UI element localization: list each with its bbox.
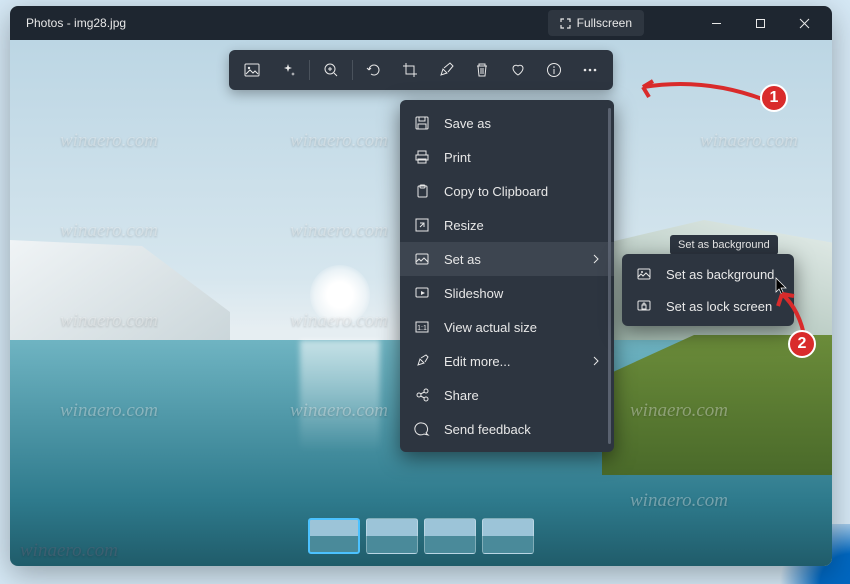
window-title: Photos - img28.jpg	[16, 16, 548, 30]
menu-label: Resize	[444, 218, 484, 233]
close-icon	[799, 18, 810, 29]
zoom-button[interactable]	[314, 53, 348, 87]
rotate-icon	[366, 62, 382, 78]
resize-icon	[414, 217, 430, 233]
menu-actual-size[interactable]: 1:1 View actual size	[400, 310, 614, 344]
more-button[interactable]	[573, 53, 607, 87]
rotate-button[interactable]	[357, 53, 391, 87]
fullscreen-icon	[560, 18, 571, 29]
thumbnail[interactable]	[424, 518, 476, 554]
photo-viewport: winaero.com winaero.com winaero.com wina…	[10, 40, 832, 566]
submenu-label: Set as lock screen	[666, 299, 772, 314]
thumbnail[interactable]	[308, 518, 360, 554]
lockscreen-icon	[636, 298, 652, 314]
thumbnail[interactable]	[482, 518, 534, 554]
menu-copy-clipboard[interactable]: Copy to Clipboard	[400, 174, 614, 208]
save-icon	[414, 115, 430, 131]
menu-label: Edit more...	[444, 354, 510, 369]
sparkle-icon	[280, 62, 296, 78]
menu-resize[interactable]: Resize	[400, 208, 614, 242]
chevron-right-icon	[592, 354, 600, 369]
menu-label: Save as	[444, 116, 491, 131]
chevron-right-icon	[592, 252, 600, 267]
close-button[interactable]	[782, 6, 826, 40]
fullscreen-button[interactable]: Fullscreen	[548, 10, 644, 36]
maximize-button[interactable]	[738, 6, 782, 40]
more-icon	[582, 62, 598, 78]
menu-feedback[interactable]: Send feedback	[400, 412, 614, 446]
delete-button[interactable]	[465, 53, 499, 87]
setas-submenu: Set as background Set as lock screen	[622, 254, 794, 326]
menu-label: Set as	[444, 252, 481, 267]
background-icon	[636, 266, 652, 282]
annotation-badge-2: 2	[788, 330, 816, 358]
favorite-icon	[510, 62, 526, 78]
crop-icon	[402, 62, 418, 78]
share-icon	[414, 387, 430, 403]
menu-label: Share	[444, 388, 479, 403]
submenu-label: Set as background	[666, 267, 774, 282]
annotation-badge-1: 1	[760, 84, 788, 112]
menu-print[interactable]: Print	[400, 140, 614, 174]
markup-icon	[438, 62, 454, 78]
menu-label: Slideshow	[444, 286, 503, 301]
menu-set-as[interactable]: Set as	[400, 242, 614, 276]
info-icon	[546, 62, 562, 78]
submenu-set-background[interactable]: Set as background	[622, 258, 794, 290]
menu-label: Send feedback	[444, 422, 531, 437]
minimize-button[interactable]	[694, 6, 738, 40]
crop-button[interactable]	[393, 53, 427, 87]
clipboard-icon	[414, 183, 430, 199]
print-icon	[414, 149, 430, 165]
svg-text:1:1: 1:1	[417, 325, 427, 332]
favorite-button[interactable]	[501, 53, 535, 87]
image-icon	[244, 62, 260, 78]
enhance-button[interactable]	[271, 53, 305, 87]
thumbnail-strip	[308, 518, 534, 554]
feedback-icon	[414, 421, 430, 437]
actual-size-icon: 1:1	[414, 319, 430, 335]
photos-window: Photos - img28.jpg Fullscreen winaero.co…	[10, 6, 832, 566]
submenu-set-lockscreen[interactable]: Set as lock screen	[622, 290, 794, 322]
context-menu: Save as Print Copy to Clipboard Resize S…	[400, 100, 614, 452]
menu-share[interactable]: Share	[400, 378, 614, 412]
edit-more-icon	[414, 353, 430, 369]
menu-label: Print	[444, 150, 471, 165]
setas-icon	[414, 251, 430, 267]
toolbar	[229, 50, 613, 90]
titlebar: Photos - img28.jpg Fullscreen	[10, 6, 832, 40]
thumbnail[interactable]	[366, 518, 418, 554]
tooltip: Set as background	[670, 235, 778, 255]
zoom-in-icon	[323, 62, 339, 78]
minimize-icon	[711, 18, 722, 29]
menu-scrollbar[interactable]	[608, 108, 611, 444]
maximize-icon	[755, 18, 766, 29]
menu-edit-more[interactable]: Edit more...	[400, 344, 614, 378]
info-button[interactable]	[537, 53, 571, 87]
markup-button[interactable]	[429, 53, 463, 87]
image-button[interactable]	[235, 53, 269, 87]
menu-label: Copy to Clipboard	[444, 184, 548, 199]
menu-slideshow[interactable]: Slideshow	[400, 276, 614, 310]
slideshow-icon	[414, 285, 430, 301]
menu-label: View actual size	[444, 320, 537, 335]
menu-save-as[interactable]: Save as	[400, 106, 614, 140]
delete-icon	[474, 62, 490, 78]
